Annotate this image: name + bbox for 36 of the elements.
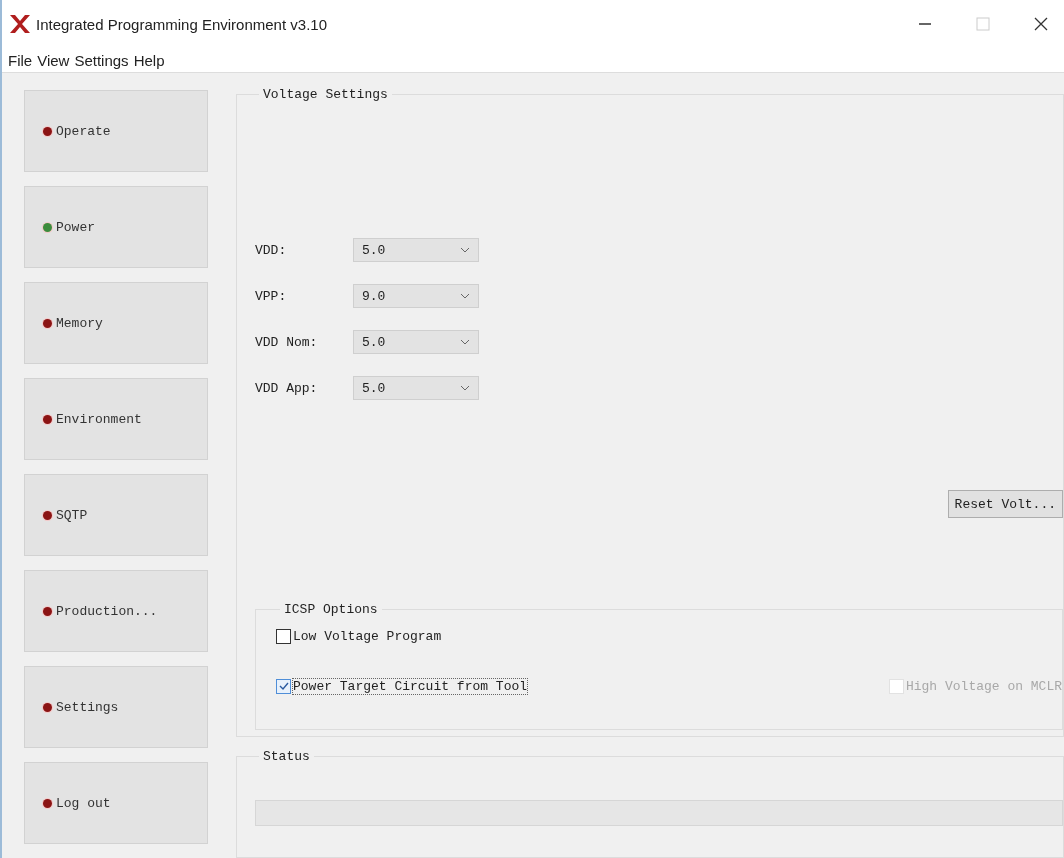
field-label: VPP: — [255, 288, 288, 304]
close-icon[interactable] — [1034, 17, 1048, 31]
checkbox-label[interactable]: Low Voltage Program — [293, 628, 442, 644]
window-title: Integrated Programming Environment v3.10 — [36, 15, 328, 33]
checkbox-label[interactable]: Power Target Circuit from Tool — [293, 678, 528, 694]
reset-voltage-button[interactable]: Reset Volt... — [947, 490, 1063, 518]
voltage-dropdown[interactable]: 9.0 — [353, 284, 479, 308]
sidebar-button[interactable]: Memory — [24, 282, 208, 364]
group-title: Voltage Settings — [262, 87, 389, 102]
sidebar-button[interactable]: Power — [24, 186, 208, 268]
voltage-dropdown[interactable]: 5.0 — [353, 330, 479, 354]
checkbox[interactable] — [276, 678, 291, 694]
field-label: VDD App: — [255, 380, 319, 396]
chevron-down-icon — [460, 385, 470, 391]
chevron-down-icon — [460, 293, 470, 299]
menu-item[interactable]: Settings — [74, 51, 129, 69]
sidebar-button[interactable]: Log out — [24, 762, 208, 844]
sidebar-button[interactable]: Operate — [24, 90, 208, 172]
checkbox[interactable] — [276, 628, 291, 644]
voltage-dropdown[interactable]: 5.0 — [353, 376, 479, 400]
sidebar-button[interactable]: SQTP — [24, 474, 208, 556]
menu-item[interactable]: File — [8, 51, 33, 69]
checkmark-icon — [277, 680, 290, 692]
field-label: VDD: — [255, 242, 288, 258]
menu-item[interactable]: Help — [133, 51, 165, 69]
sidebar-button[interactable]: Environment — [24, 378, 208, 460]
sidebar-button[interactable]: Settings — [24, 666, 208, 748]
voltage-dropdown[interactable]: 5.0 — [353, 238, 479, 262]
chevron-down-icon — [460, 339, 470, 345]
group-title: ICSP Options — [283, 602, 379, 617]
sidebar-button[interactable]: Production... — [24, 570, 208, 652]
x-logo-icon — [8, 13, 32, 35]
group-title: Status — [262, 749, 311, 764]
menu-item[interactable]: View — [37, 51, 70, 69]
field-label: VDD Nom: — [255, 334, 319, 350]
chevron-down-icon — [460, 247, 470, 253]
